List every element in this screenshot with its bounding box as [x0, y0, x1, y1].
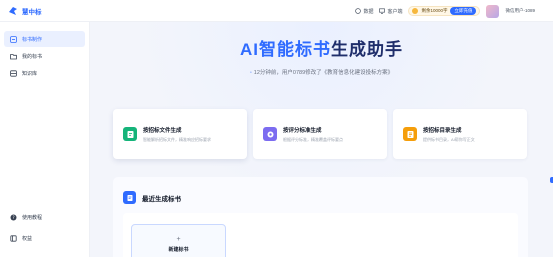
brand-logo-icon [9, 6, 17, 15]
card-description: 提供标书目录，AI帮你写正文 [423, 136, 475, 142]
main-content: AI智能标书生成助手 ◦ 12分钟前，用户0789修改了《教育信息化建设投标方案》… [90, 22, 553, 257]
sidebar-item-benefits[interactable]: 权益 [4, 230, 86, 246]
brand-name: 慧中标 [22, 8, 42, 16]
chart-icon [355, 8, 362, 14]
brand[interactable]: 慧中标 [8, 6, 42, 16]
card-title: 按招标目录生成 [423, 127, 462, 134]
balance-badge: 剩余10000字 立即充值 [408, 6, 481, 16]
customer-link[interactable]: 客户端 [379, 8, 402, 15]
plus-icon: + [176, 235, 181, 243]
page-title-suffix: 生成助手 [331, 40, 403, 59]
generation-options: 按招标文件生成 智能解析招标文件，精准响应招标要求 按评分标准生成 根据评分标准… [113, 109, 527, 159]
new-bid-label: 新建标书 [168, 246, 189, 253]
balance-text: 剩余10000字 [421, 8, 448, 13]
card-description: 智能解析招标文件，精准响应招标要求 [143, 136, 211, 142]
sidebar-item-label: 知识库 [22, 70, 38, 77]
recharge-button[interactable]: 立即充值 [450, 7, 477, 15]
top-bar: 慧中标 数据 客户端 剩余10000字 立即充值 微信用户-1089 [0, 0, 553, 22]
generate-by-tender-file-card[interactable]: 按招标文件生成 智能解析招标文件，精准响应招标要求 [113, 109, 247, 159]
recent-bids-panel: 最近生成标书 + 新建标书 [113, 177, 528, 257]
sidebar-item-tutorial[interactable]: ? 使用教程 [4, 209, 86, 225]
sidebar-item-bid-writing[interactable]: 标书制作 [4, 31, 85, 47]
generate-by-scoring-card[interactable]: 按评分标准生成 根据评分标准，精准覆盖评标要点 [253, 109, 387, 159]
recent-bids-icon [123, 191, 136, 204]
sidebar-item-label: 我的标书 [22, 53, 43, 60]
crown-icon [10, 234, 17, 242]
file-upload-icon [123, 127, 137, 141]
card-title: 按评分标准生成 [283, 127, 322, 134]
generate-by-outline-card[interactable]: 按招标目录生成 提供标书目录，AI帮你写正文 [393, 109, 527, 159]
score-icon [263, 127, 277, 141]
sidebar-bottom: ? 使用教程 权益 [0, 209, 90, 251]
sidebar-item-knowledge-base[interactable]: 知识库 [4, 65, 85, 81]
outline-icon [403, 127, 417, 141]
sidebar: 标书制作 我的标书 知识库 ? 使用教程 权益 [0, 22, 90, 257]
card-title: 按招标文件生成 [143, 127, 182, 134]
help-circle-icon: ? [10, 214, 17, 220]
sidebar-item-label: 标书制作 [22, 36, 43, 43]
monitor-icon [379, 8, 386, 14]
page-title: AI智能标书生成助手 [90, 35, 553, 60]
activity-dot-icon: ◦ [249, 70, 252, 76]
page-title-accent: AI智能标书 [240, 40, 331, 59]
card-description: 根据评分标准，精准覆盖评标要点 [283, 136, 343, 142]
sidebar-item-label: 使用教程 [22, 214, 43, 221]
database-icon [10, 69, 17, 77]
coin-icon [412, 8, 419, 14]
data-link[interactable]: 数据 [355, 8, 373, 15]
user-name[interactable]: 微信用户-1089 [505, 8, 535, 14]
new-bid-button[interactable]: + 新建标书 [131, 224, 226, 257]
folder-icon [10, 53, 17, 59]
avatar[interactable] [486, 4, 500, 18]
data-link-label: 数据 [363, 8, 374, 15]
activity-ticker: ◦ 12分钟前，用户0789修改了《教育信息化建设投标方案》 [90, 68, 553, 76]
svg-text:?: ? [12, 215, 14, 220]
activity-text: 12分钟前，用户0789修改了《教育信息化建设投标方案》 [253, 70, 394, 76]
sidebar-item-my-bids[interactable]: 我的标书 [4, 48, 85, 64]
sidebar-nav: 标书制作 我的标书 知识库 [0, 22, 89, 81]
customer-link-label: 客户端 [387, 8, 403, 15]
document-edit-icon [10, 35, 17, 43]
recent-bids-title: 最近生成标书 [142, 195, 181, 203]
recent-bids-header: 最近生成标书 [123, 191, 181, 204]
sidebar-item-label: 权益 [22, 235, 33, 242]
